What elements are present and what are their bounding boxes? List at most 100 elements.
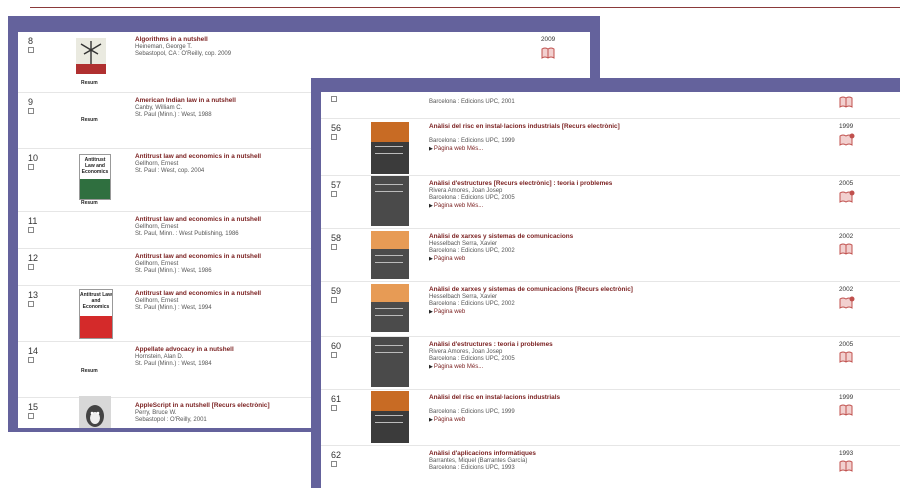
select-checkbox[interactable] [28,47,34,53]
cover-band [80,179,110,199]
book-cover-image[interactable]: Antitrust Law and Economics [79,289,113,339]
select-checkbox[interactable] [28,301,34,307]
record-title-link[interactable]: Anàlisi d'aplicacions informàtiques [429,450,536,458]
select-checkbox[interactable] [331,352,337,358]
record-details: Anàlisi de xarxes y sistemas de comunica… [429,233,573,263]
book-cover-image[interactable]: Antitrust Law and Economics [79,154,111,200]
cover-band [371,231,409,249]
book-cover-image[interactable] [79,396,111,428]
triangle-right-icon: ▶ [429,145,433,152]
pagina-web-link[interactable]: Pàgina web [434,256,465,262]
record-details: Antitrust law and economics in a nutshel… [135,290,261,313]
result-number: 8 [28,36,34,46]
result-number: 15 [28,402,39,412]
pagina-web-link[interactable]: Pàgina web [434,417,465,423]
record-details: Anàlisi de xarxes y sistemas de comunica… [429,286,633,316]
cover-lines [375,415,403,423]
select-checkbox[interactable] [331,134,337,140]
record-publisher: St. Paul, Minn. : West Publishing, 1986 [135,231,239,238]
select-checkbox[interactable] [331,96,337,102]
book-icon[interactable] [839,460,853,472]
record-title-link[interactable]: Anàlisi de xarxes y sistemas de comunica… [429,233,573,241]
record-details: AppleScript in a nutshell [Recurs electr… [135,402,270,425]
select-checkbox[interactable] [28,227,34,233]
record-title-link[interactable]: Anàlisi del risc en instal·lacions indus… [429,123,620,131]
record-publisher: Barcelona : Edicions UPC, 2002 [429,248,515,255]
book-icon[interactable] [839,404,853,416]
cover-lines [375,308,403,316]
record-year: 1999 [839,123,854,130]
record-publisher: Barcelona : Edicions UPC, 2005 [429,356,515,363]
record-publisher: Barcelona : Edicions UPC, 2002 [429,301,515,308]
select-checkbox[interactable] [331,405,337,411]
book-cover-image[interactable] [371,391,409,443]
book-icon[interactable] [839,243,853,255]
record-details: Antitrust law and economics in a nutshel… [135,153,261,176]
record-author [429,402,560,410]
palm-tree-icon [76,41,106,74]
record-details: Algorithms in a nutshell Heineman, Georg… [135,36,231,59]
select-checkbox[interactable] [331,297,337,303]
record-title-link[interactable]: Appellate advocacy in a nutshell [135,346,234,354]
select-checkbox[interactable] [331,461,337,467]
ebook-icon[interactable] [839,190,855,204]
select-checkbox[interactable] [331,191,337,197]
record-author: Rivera Amores, Joan Josep [429,187,503,194]
select-checkbox[interactable] [28,164,34,170]
pagina-web-link[interactable]: Pàgina web Més... [434,146,483,152]
record-title-link[interactable]: Antitrust law and economics in a nutshel… [135,290,261,298]
pagina-web-link[interactable]: Pàgina web Més... [434,203,483,209]
record-publisher: Barcelona : Edicions UPC, 2001 [429,99,515,105]
ebook-icon[interactable] [839,133,855,147]
record-title-link[interactable]: American Indian law in a nutshell [135,97,236,105]
book-cover-image[interactable] [371,284,409,332]
record-title-link[interactable]: Antitrust law and economics in a nutshel… [135,153,261,161]
resum-label[interactable]: Resum [81,200,98,206]
record-title-link[interactable]: Algorithms in a nutshell [135,36,231,44]
record-publisher: Barcelona : Edicions UPC, 1999 [429,138,515,145]
record-author: Gellhorn, Ernest [135,260,179,267]
record-author: Barrantes, Miquel (Barrantes García) [429,457,528,464]
cover-lines [375,255,403,263]
select-checkbox[interactable] [331,244,337,250]
result-number: 58 [331,233,342,243]
record-title-link[interactable]: AppleScript in a nutshell [Recurs electr… [135,402,270,410]
book-icon[interactable] [541,47,555,59]
record-title-link[interactable]: Anàlisi d'estructures [Recurs electrònic… [429,180,612,188]
record-title-link[interactable]: Antitrust law and economics in a nutshel… [135,216,261,224]
book-cover-image[interactable] [76,38,106,74]
list-item: 60 Anàlisi d'estructures : teoria i prob… [321,337,900,390]
record-author: Gellhorn, Ernest [135,160,179,167]
cover-title: Antitrust Law and Economics [80,292,112,310]
record-author: Gellhorn, Ernest [135,297,179,304]
select-checkbox[interactable] [28,357,34,363]
record-title-link[interactable]: Anàlisi del risc en instal·lacions indus… [429,394,560,402]
book-icon[interactable] [839,351,853,363]
result-number: 12 [28,253,39,263]
book-cover-image[interactable] [371,122,409,174]
book-cover-image[interactable] [371,231,409,279]
ebook-icon[interactable] [839,296,855,310]
result-number: 59 [331,286,342,296]
select-checkbox[interactable] [28,264,34,270]
record-title-link[interactable]: Anàlisi d'estructures : teoria i problem… [429,341,553,349]
record-publisher: Sebastopol : O'Reilly, 2001 [135,417,207,424]
pagina-web-link[interactable]: Pàgina web [434,309,465,315]
select-checkbox[interactable] [28,108,34,114]
cover-lines [375,184,403,192]
resum-label[interactable]: Resum [81,80,98,86]
resum-label[interactable]: Resum [81,368,98,374]
list-item: 57 Anàlisi d'estructures [Recurs electrò… [321,176,900,229]
book-cover-image[interactable] [371,337,409,387]
result-number: 11 [28,216,38,226]
pagina-web-link[interactable]: Pàgina web Més... [434,364,483,370]
record-title-link[interactable]: Antitrust law and economics in a nutshel… [135,253,261,261]
record-publisher: St. Paul : West, cop. 2004 [135,168,205,175]
record-title-link[interactable]: Anàlisi de xarxes y sistemas de comunica… [429,286,633,294]
cover-band [371,284,409,302]
triangle-right-icon: ▶ [429,416,433,423]
book-cover-image[interactable] [371,176,409,226]
book-icon[interactable] [839,96,853,108]
select-checkbox[interactable] [28,413,34,419]
resum-label[interactable]: Resum [81,117,98,123]
